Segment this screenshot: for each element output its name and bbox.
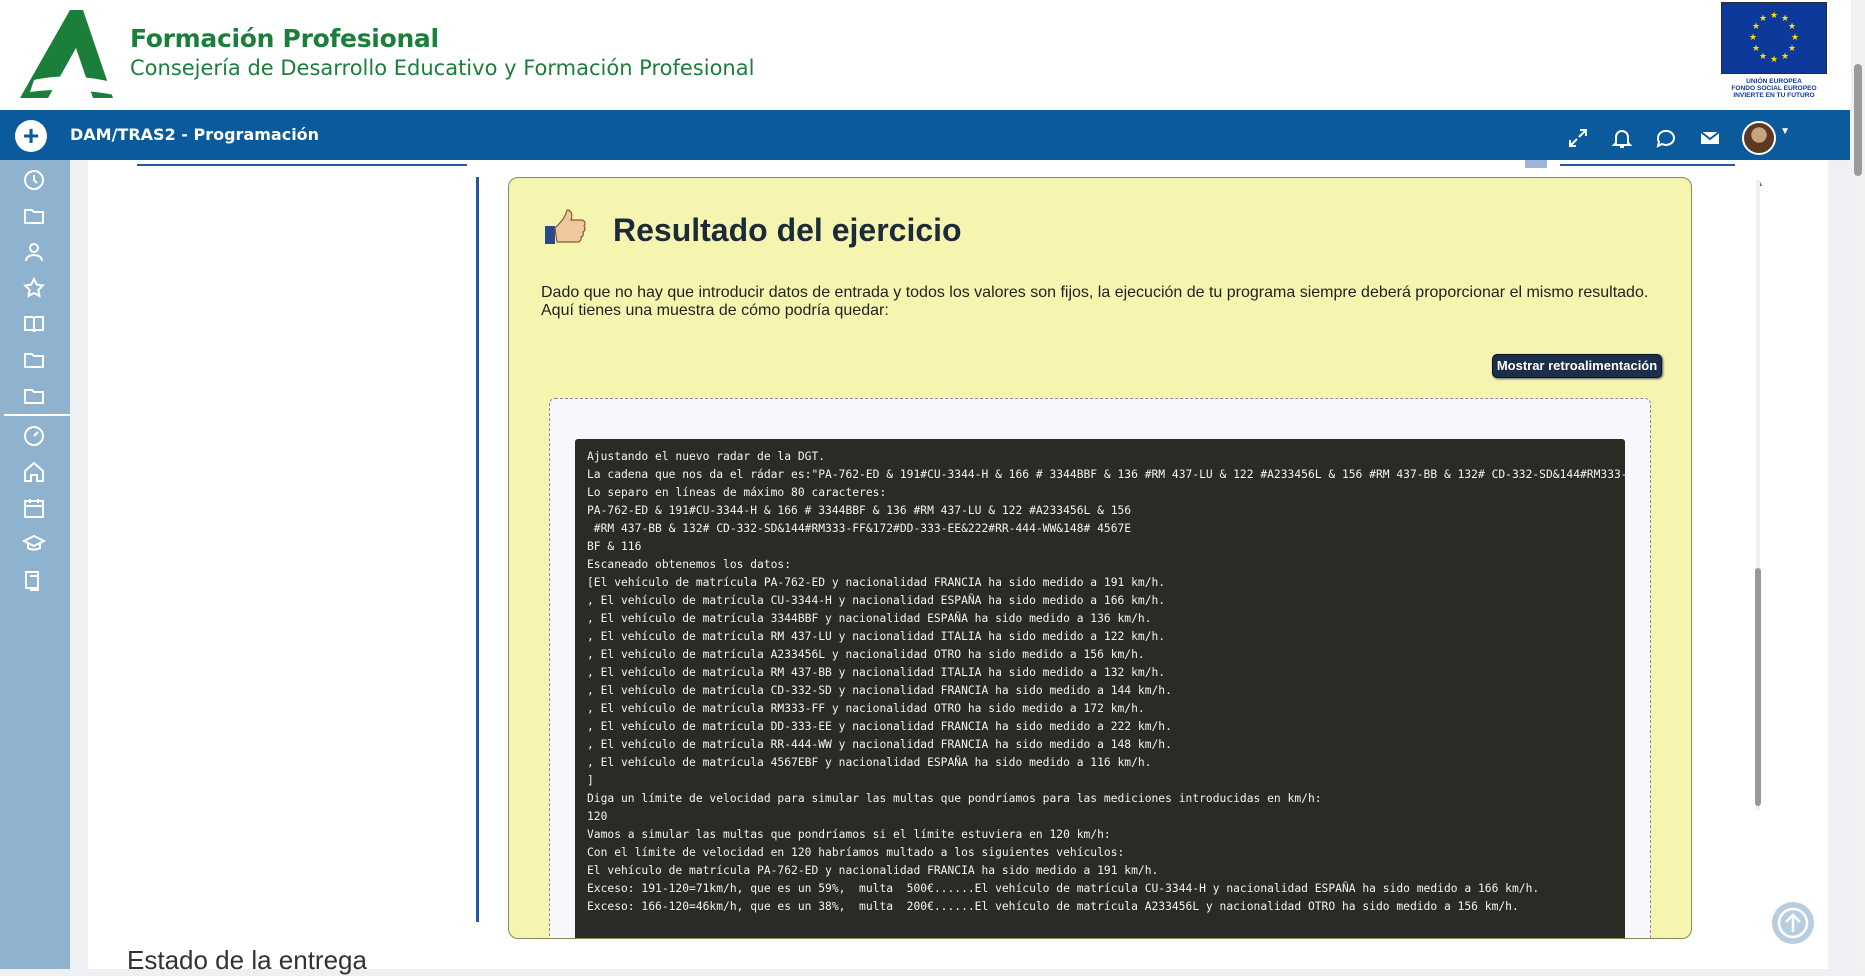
console-line: , El vehículo de matrícula CU-3344-H y n… (587, 594, 1166, 607)
console-line: El vehículo de matrícula PA-762-ED y nac… (587, 864, 1159, 877)
show-feedback-button[interactable]: Mostrar retroalimentación (1492, 354, 1662, 378)
console-line: Exceso: 191-120=71km/h, que es un 59%, m… (587, 882, 1540, 895)
eu-flag-icon: ★ ★ ★ ★ ★ ★ ★ ★ ★ ★ ★ ★ (1721, 2, 1827, 74)
svg-text:★: ★ (1770, 11, 1778, 21)
eu-text-line: UNIÓN EUROPEA (1746, 78, 1802, 85)
svg-text:★: ★ (1759, 52, 1767, 62)
svg-text:★: ★ (1749, 33, 1757, 43)
users-icon[interactable] (22, 240, 46, 264)
sample-output-container: Ajustando el nuevo radar de la DGT. La ca… (549, 398, 1651, 938)
chat-icon[interactable] (1654, 126, 1678, 150)
console-line: Escaneado obtenemos los datos: (587, 558, 792, 571)
sidebar-divider (4, 414, 70, 416)
console-line: , El vehículo de matrícula RM 437-BB y n… (587, 666, 1166, 679)
thumbs-up-icon (545, 209, 586, 244)
console-line: Con el límite de velocidad en 120 habría… (587, 846, 1125, 859)
file-icon (1525, 160, 1547, 168)
chevron-down-icon[interactable]: ▼ (1780, 126, 1790, 137)
console-line: Ajustando el nuevo radar de la DGT. (587, 450, 826, 463)
console-line: , El vehículo de matrícula CD-332-SD y n… (587, 684, 1172, 697)
mail-icon[interactable] (1698, 126, 1722, 150)
bell-icon[interactable] (1610, 126, 1634, 150)
andalucia-logo[interactable] (20, 10, 120, 98)
folder-icon[interactable] (22, 204, 46, 228)
result-description: Dado que no hay que introducir datos de … (541, 284, 1649, 319)
svg-text:★: ★ (1770, 55, 1778, 65)
console-line: La cadena que nos da el rádar es:"PA-762… (587, 468, 1625, 481)
home-icon[interactable] (22, 460, 46, 484)
svg-text:★: ★ (1788, 22, 1796, 32)
console-line: Exceso: 166-120=46km/h, que es un 38%, m… (587, 900, 1519, 913)
console-line: , El vehículo de matrícula RM 437-LU y n… (587, 630, 1166, 643)
book-open-icon[interactable] (22, 568, 46, 592)
console-output: Ajustando el nuevo radar de la DGT. La ca… (575, 439, 1625, 938)
svg-text:★: ★ (1759, 14, 1767, 24)
result-box: Resultado del ejercicio Dado que no hay … (508, 177, 1692, 939)
console-line: Lo separo en líneas de máximo 80 caracte… (587, 486, 887, 499)
console-line: BF & 116 (587, 540, 642, 553)
star-icon[interactable] (22, 276, 46, 300)
dashboard-icon[interactable] (22, 424, 46, 448)
expand-icon[interactable] (1566, 126, 1590, 150)
top-navbar: + DAM/TRAS2 - Programación ▼ (0, 110, 1850, 160)
eu-text-line: FONDO SOCIAL EUROPEO (1731, 85, 1817, 92)
console-line: , El vehículo de matrícula 3344BBF y nac… (587, 612, 1152, 625)
console-line: , El vehículo de matrícula RM333-FF y na… (587, 702, 1145, 715)
folder-icon[interactable] (22, 384, 46, 408)
brand-title: Formación Profesional (130, 24, 439, 53)
console-line: , El vehículo de matrícula 4567EBF y nac… (587, 756, 1152, 769)
inner-scrollbar-thumb[interactable] (1755, 568, 1761, 806)
console-line: #RM 437-BB & 132# CD-332-SD&144#RM333-FF… (587, 522, 1132, 535)
eu-logo: ★ ★ ★ ★ ★ ★ ★ ★ ★ ★ ★ ★ UNIÓN EUROPEA FONDO SOCI… (1721, 2, 1827, 99)
user-avatar[interactable] (1742, 121, 1777, 155)
brand-subtitle: Consejería de Desarrollo Educativo y For… (130, 56, 755, 80)
svg-text:★: ★ (1752, 44, 1760, 54)
console-line: , El vehículo de matrícula RR-444-WW y n… (587, 738, 1172, 751)
page-scrollbar-thumb[interactable] (1854, 64, 1862, 176)
folder-icon[interactable] (22, 348, 46, 372)
add-icon[interactable]: + (15, 120, 47, 152)
console-line: Diga un límite de velocidad para simular… (587, 792, 1322, 805)
course-title[interactable]: DAM/TRAS2 - Programación (70, 125, 319, 144)
svg-text:★: ★ (1781, 52, 1789, 62)
console-line: Vamos a simular las multas que pondríamo… (587, 828, 1111, 841)
console-line: ] (587, 774, 594, 787)
back-to-top-button[interactable] (1769, 899, 1817, 947)
console-line: , El vehículo de matrícula A233456L y na… (587, 648, 1145, 661)
truncated-link[interactable] (137, 160, 467, 166)
svg-text:★: ★ (1791, 33, 1799, 43)
console-line: [El vehículo de matrícula PA-762-ED y na… (587, 576, 1166, 589)
activity-border (476, 177, 479, 922)
console-line: , El vehículo de matrícula DD-333-EE y n… (587, 720, 1172, 733)
svg-text:★: ★ (1788, 44, 1796, 54)
console-line: 120 (587, 810, 608, 823)
inner-scrollbar[interactable] (1752, 180, 1764, 810)
calendar-icon[interactable] (22, 496, 46, 520)
console-line: PA-762-ED & 191#CU-3344-H & 166 # 3344BB… (587, 504, 1132, 517)
book-icon[interactable] (22, 312, 46, 336)
truncated-link[interactable] (1560, 160, 1735, 166)
submission-status-heading: Estado de la entrega (127, 945, 367, 975)
arrow-up-icon (1777, 907, 1809, 939)
page-scrollbar[interactable] (1851, 0, 1865, 969)
graduation-icon[interactable] (22, 532, 46, 556)
eu-text-line: INVIERTE EN TU FUTURO (1733, 92, 1815, 99)
clock-icon[interactable] (22, 168, 46, 192)
result-title: Resultado del ejercicio (613, 212, 962, 248)
left-sidebar (0, 160, 70, 969)
site-banner: Formación Profesional Consejería de Desa… (0, 0, 1865, 110)
